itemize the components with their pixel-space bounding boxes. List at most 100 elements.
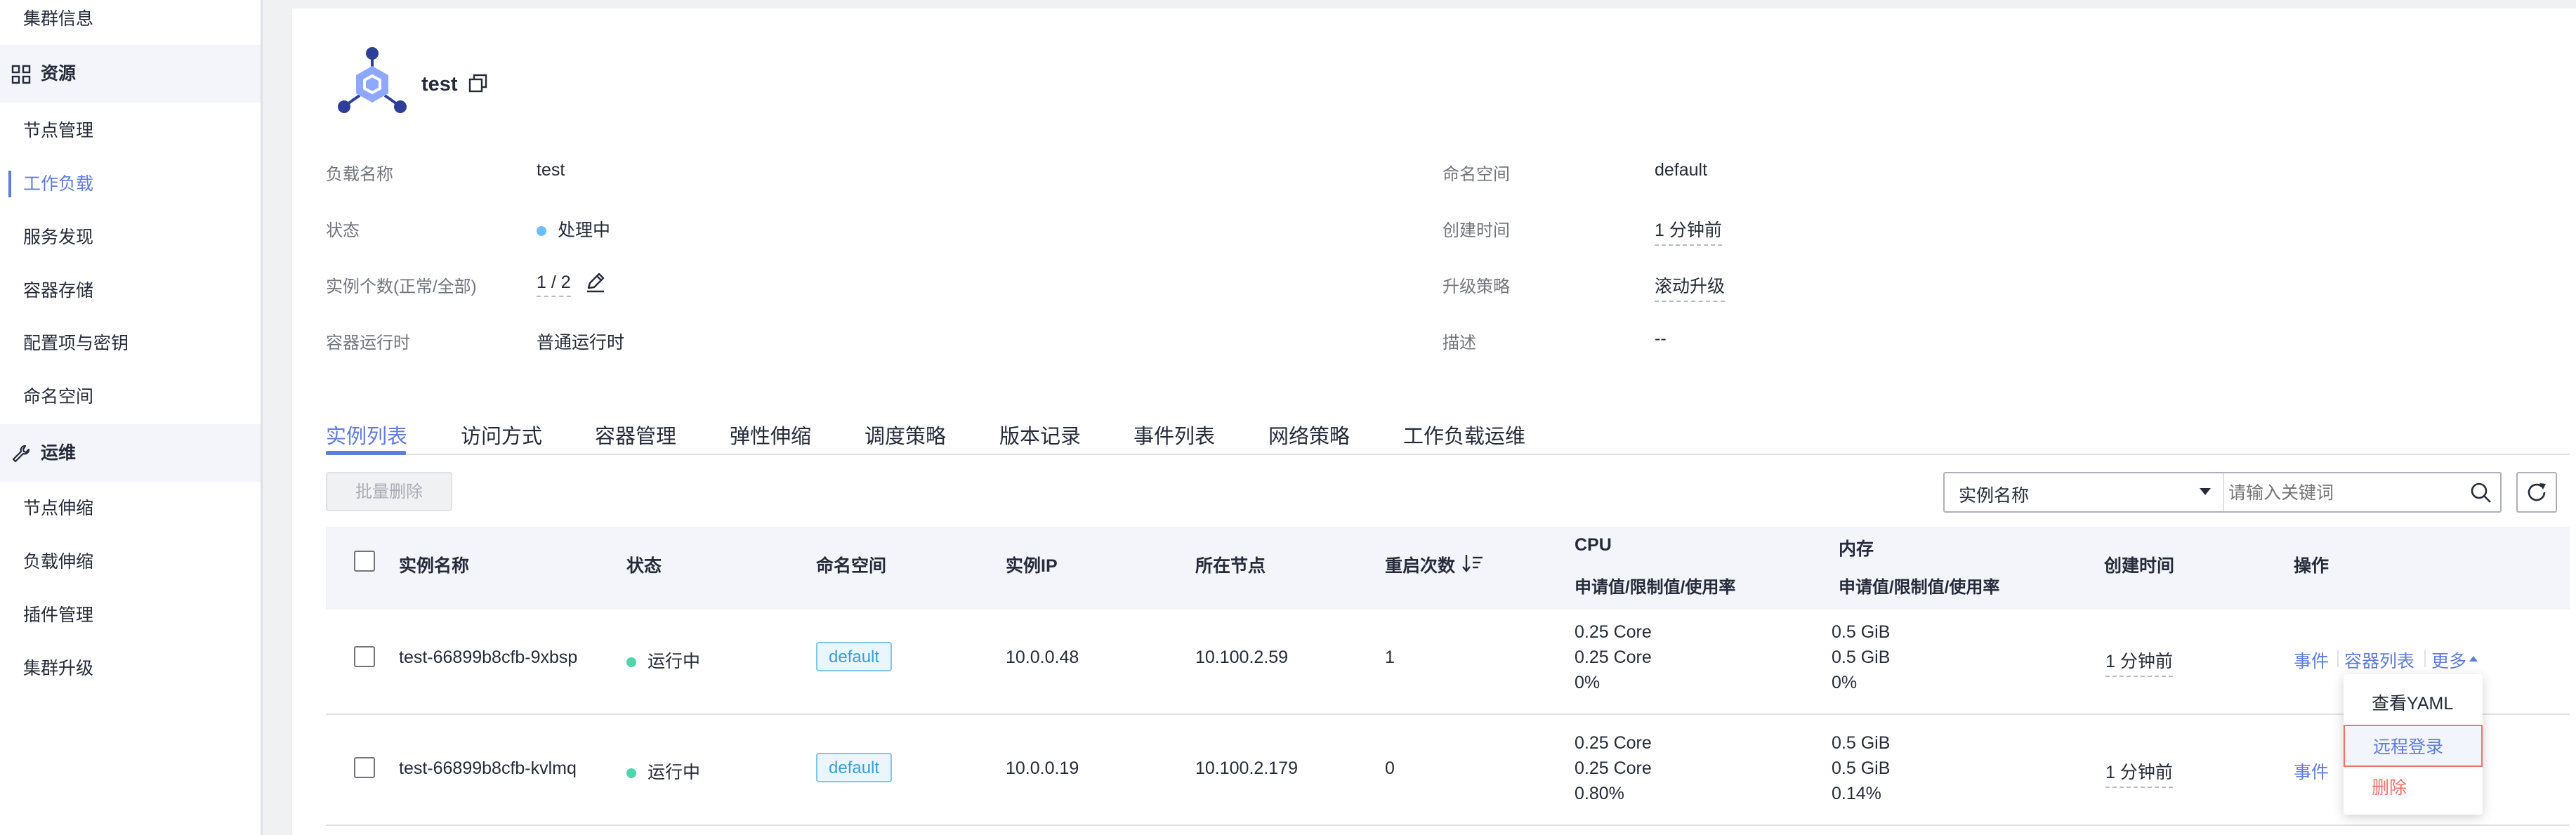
sidebar-item-storage[interactable]: 容器存储 <box>0 262 261 320</box>
status-label: 状态 <box>326 221 360 240</box>
created-value: 1 分钟前 <box>1655 216 1722 246</box>
sidebar-group-label: 运维 <box>41 443 77 463</box>
runtime-label: 容器运行时 <box>326 334 410 353</box>
sidebar-item-node-scaling[interactable]: 节点伸缩 <box>0 480 261 537</box>
tab-autoscaling[interactable]: 弹性伸缩 <box>730 420 811 449</box>
instance-status: 运行中 <box>626 647 700 673</box>
wrench-icon <box>12 445 30 463</box>
tab-containers[interactable]: 容器管理 <box>595 420 676 449</box>
row-checkbox[interactable] <box>354 646 375 667</box>
tab-events[interactable]: 事件列表 <box>1133 420 1215 449</box>
row-checkbox[interactable] <box>354 757 375 778</box>
status-text: 运行中 <box>648 652 701 671</box>
workload-title: test <box>421 73 458 96</box>
batch-delete-button[interactable]: 批量删除 <box>326 472 452 511</box>
more-link[interactable]: 更多 <box>2431 647 2466 673</box>
container-list-link[interactable]: 容器列表 <box>2344 647 2414 673</box>
delete-menu-item[interactable]: 删除 <box>2344 767 2483 809</box>
instances-value: 1 / 2 <box>537 272 571 297</box>
mem-limit: 0.5 GiB <box>1832 647 1891 667</box>
sidebar: 集群信息 资源 节点管理 工作负载 服务发现 容器存储 配置项与密钥 命名空间 … <box>0 0 263 835</box>
grid-icon <box>11 65 31 84</box>
refresh-icon <box>2528 483 2546 501</box>
cpu-usage: 0% <box>1575 673 1601 692</box>
desc-value: -- <box>1655 329 1667 348</box>
col-status: 状态 <box>626 556 662 576</box>
action-separator <box>2337 650 2339 667</box>
load-name-value: test <box>537 160 565 180</box>
runtime-value: 普通运行时 <box>537 333 625 353</box>
search-icon[interactable] <box>2470 482 2492 504</box>
cpu-limit: 0.25 Core <box>1575 758 1652 778</box>
mem-request: 0.5 GiB <box>1832 622 1891 642</box>
sidebar-item-namespaces[interactable]: 命名空间 <box>0 368 261 426</box>
instance-restarts: 0 <box>1385 758 1395 778</box>
instance-name: test-66899b8cfb-kvlmq <box>399 758 577 778</box>
row-divider <box>326 824 2570 826</box>
instance-name: test-66899b8cfb-9xbsp <box>399 647 578 667</box>
workload-logo-icon <box>338 47 407 113</box>
search-type-value: 实例名称 <box>1959 486 2030 506</box>
refresh-button[interactable] <box>2516 472 2557 513</box>
main-panel: test 负载名称 test 状态 处理中 实例个数(正常/全部) 1 / 2 … <box>292 8 2576 835</box>
instance-ip: 10.0.0.19 <box>1006 758 1079 778</box>
sidebar-item-nodes[interactable]: 节点管理 <box>0 102 261 159</box>
col-name: 实例名称 <box>399 556 470 576</box>
instance-ip: 10.0.0.48 <box>1006 647 1079 667</box>
col-restarts[interactable]: 重启次数 <box>1385 552 1455 577</box>
tab-access[interactable]: 访问方式 <box>461 420 542 449</box>
namespace-label: 命名空间 <box>1443 165 1510 184</box>
search-input[interactable] <box>2227 476 2462 510</box>
sidebar-item-load-scaling[interactable]: 负载伸缩 <box>0 533 261 591</box>
more-dropdown-menu: 查看YAML 远程登录 删除 <box>2344 674 2483 815</box>
sidebar-item-services[interactable]: 服务发现 <box>0 209 261 266</box>
tab-network-policy[interactable]: 网络策略 <box>1268 420 1350 449</box>
remote-login-menu-item[interactable]: 远程登录 <box>2344 725 2483 767</box>
instances-label: 实例个数(正常/全部) <box>326 277 477 296</box>
col-namespace: 命名空间 <box>816 556 887 576</box>
status-text: 处理中 <box>558 221 611 240</box>
view-yaml-menu-item[interactable]: 查看YAML <box>2344 683 2483 725</box>
action-separator <box>2424 650 2426 667</box>
edit-icon[interactable] <box>584 271 607 294</box>
active-tab-indicator <box>326 451 406 455</box>
status-text: 运行中 <box>648 763 701 782</box>
col-created: 创建时间 <box>2104 556 2175 576</box>
events-link[interactable]: 事件 <box>2294 647 2329 673</box>
tab-instances[interactable]: 实例列表 <box>326 420 407 449</box>
sidebar-item-config-secrets[interactable]: 配置项与密钥 <box>0 315 261 372</box>
sidebar-item-workloads[interactable]: 工作负载 <box>0 155 261 213</box>
running-dot-icon <box>626 768 636 779</box>
sidebar-item-cluster-upgrade[interactable]: 集群升级 <box>0 640 261 697</box>
col-mem: 内存 <box>1839 539 1874 559</box>
tabs-divider <box>326 454 2570 455</box>
namespace-value: default <box>1655 160 1708 180</box>
tab-workload-ops[interactable]: 工作负载运维 <box>1403 420 1525 449</box>
sidebar-group-ops[interactable]: 运维 <box>0 424 261 482</box>
search-type-select[interactable]: 实例名称 <box>1945 473 2224 511</box>
sidebar-item-plugins[interactable]: 插件管理 <box>0 586 261 644</box>
created-label: 创建时间 <box>1443 221 1510 240</box>
caret-up-icon[interactable] <box>2468 655 2479 663</box>
col-actions: 操作 <box>2294 556 2329 576</box>
events-link[interactable]: 事件 <box>2294 758 2329 784</box>
col-mem-sub: 申请值/限制值/使用率 <box>1839 578 2000 597</box>
select-all-checkbox[interactable] <box>354 551 375 572</box>
search-box: 实例名称 <box>1943 472 2502 513</box>
copy-icon[interactable] <box>468 73 489 94</box>
tab-versions[interactable]: 版本记录 <box>999 420 1081 449</box>
sidebar-group-resources[interactable]: 资源 <box>0 45 261 103</box>
instance-created: 1 分钟前 <box>2105 647 2173 677</box>
col-cpu-sub: 申请值/限制值/使用率 <box>1575 578 1736 597</box>
tab-scheduling[interactable]: 调度策略 <box>865 420 946 449</box>
sidebar-item-cluster-info[interactable]: 集群信息 <box>0 0 261 48</box>
mem-usage: 0% <box>1832 673 1858 692</box>
sort-icon[interactable] <box>1462 553 1483 573</box>
cpu-limit: 0.25 Core <box>1575 647 1652 667</box>
col-cpu: CPU <box>1575 535 1612 555</box>
mem-limit: 0.5 GiB <box>1832 758 1891 778</box>
cpu-usage: 0.80% <box>1575 784 1624 803</box>
cpu-request: 0.25 Core <box>1575 622 1652 642</box>
upgrade-value: 滚动升级 <box>1655 272 1726 302</box>
instance-node: 10.100.2.179 <box>1195 758 1298 778</box>
